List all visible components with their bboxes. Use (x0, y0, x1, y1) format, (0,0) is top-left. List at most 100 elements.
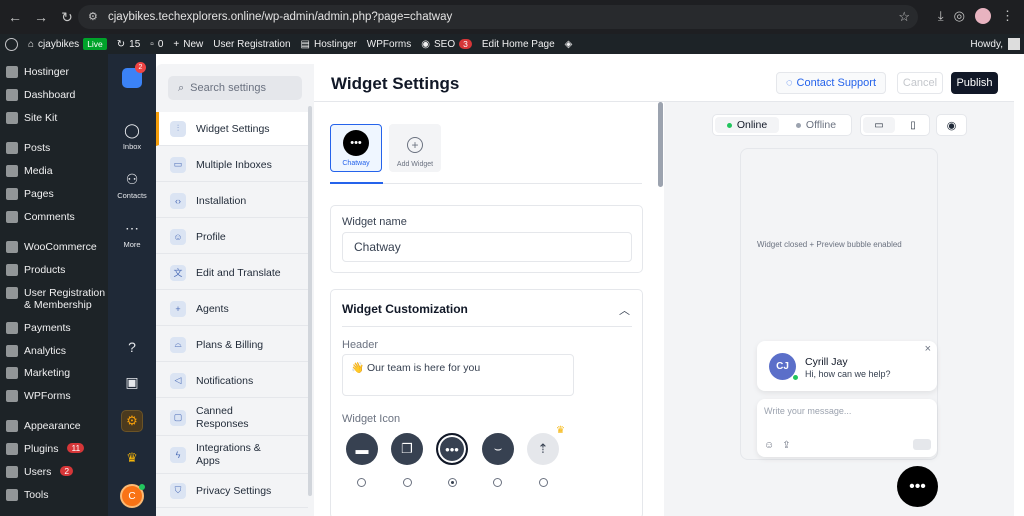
profile-avatar-icon[interactable] (975, 8, 991, 24)
nav-item-multiple-inboxes[interactable]: ▭ Multiple Inboxes (156, 148, 308, 182)
widgets-icon[interactable]: ▣ (108, 374, 156, 394)
status-online-option[interactable]: Online (715, 117, 779, 133)
nav-item-widget-settings[interactable]: ⫶ Widget Settings (156, 112, 308, 146)
wp-menu-item-comments[interactable]: Comments (6, 211, 106, 223)
wp-menu-item-appearance[interactable]: Appearance (6, 420, 106, 432)
send-button[interactable] (913, 439, 931, 450)
site-info-icon[interactable]: ⚙ (88, 10, 102, 24)
nav-item-notifications[interactable]: ◁ Notifications (156, 364, 308, 398)
hostinger-link[interactable]: ▤ Hostinger (301, 39, 357, 50)
edit-home-link[interactable]: Edit Home Page (482, 39, 555, 50)
wp-menu-item-tools[interactable]: Tools (6, 489, 106, 501)
main-scrollbar[interactable] (658, 102, 663, 187)
site-name-link[interactable]: ⌂ cjaybikes Live (28, 38, 107, 50)
nav-item-installation[interactable]: ‹› Installation (156, 184, 308, 218)
mobile-icon[interactable]: ▯ (897, 117, 929, 133)
wp-menu-item-posts[interactable]: Posts (6, 142, 106, 154)
widget-icon-option-4[interactable]: ⌣ (482, 433, 514, 465)
help-icon[interactable]: ? (108, 339, 156, 358)
cancel-button[interactable]: Cancel (897, 72, 943, 94)
desktop-icon[interactable]: ▭ (863, 117, 895, 133)
wp-menu-item-woocommerce[interactable]: WooCommerce (6, 241, 106, 253)
wp-menu-item-users[interactable]: Users 2 (6, 466, 106, 478)
address-bar[interactable]: ⚙ cjaybikes.techexplorers.online/wp-admi… (78, 5, 918, 29)
add-widget-button[interactable]: + Add Widget (389, 124, 441, 172)
comments-link[interactable]: ▫ 0 (150, 39, 163, 50)
contacts-icon: ⚇ (125, 171, 139, 187)
publish-button[interactable]: Publish (951, 72, 998, 94)
wp-menu-item-hostinger[interactable]: Hostinger (6, 66, 106, 78)
wp-menu-item-wpforms[interactable]: WPForms (6, 390, 106, 402)
widget-icon-option-3[interactable]: ••• (436, 433, 468, 465)
dashboard-icon (6, 89, 18, 101)
nav-item-integrations[interactable]: ϟ Integrations & Apps (156, 436, 308, 474)
nav-item-agents[interactable]: + Agents (156, 292, 308, 326)
nav-item-privacy[interactable]: ⛉ Privacy Settings (156, 474, 308, 508)
bookmark-star-icon[interactable]: ☆ (898, 9, 910, 25)
preview-bubble[interactable]: CJ Cyrill Jay Hi, how can we help? × (757, 341, 937, 391)
icon-radio-3[interactable] (448, 478, 457, 487)
extension-icon[interactable]: ◎ (954, 8, 965, 24)
wp-menu-item-payments[interactable]: Payments (6, 322, 106, 334)
chevron-up-icon[interactable]: ︿ (619, 302, 630, 318)
wp-menu-item-plugins[interactable]: Plugins 11 (6, 443, 106, 455)
nav-item-canned-responses[interactable]: ▢ Canned Responses (156, 400, 308, 436)
cloud-upload-icon: ⇡ (537, 441, 549, 456)
widget-icon-option-1[interactable]: ▬ (346, 433, 378, 465)
rail-item-more[interactable]: ⋯ More (108, 220, 156, 249)
nav-item-edit-translate[interactable]: 文 Edit and Translate (156, 256, 308, 290)
forward-icon[interactable]: → (30, 6, 52, 28)
widget-tab-chatway[interactable]: ••• Chatway (330, 124, 382, 172)
wp-menu-item-analytics[interactable]: Analytics (6, 345, 106, 357)
updates-link[interactable]: ↻ 15 (117, 39, 141, 50)
compose-input[interactable]: Write your message... (764, 406, 851, 416)
chat-launcher-button[interactable]: ••• (897, 466, 938, 507)
widget-icon-option-2[interactable]: ❐ (391, 433, 423, 465)
wp-menu-item-dashboard[interactable]: Dashboard (6, 89, 106, 101)
attachment-icon[interactable]: ⇪ (782, 440, 790, 451)
wp-menu-item-products[interactable]: Products (6, 264, 106, 276)
chat-stack-icon: ❐ (401, 441, 413, 456)
upload-icon-option[interactable]: ⇡ (527, 433, 559, 465)
nav-item-profile[interactable]: ☺ Profile (156, 220, 308, 254)
seo-link[interactable]: ◉ SEO 3 (421, 39, 472, 50)
menu-kebab-icon[interactable]: ⋮ (1001, 8, 1014, 24)
icon-radio-1[interactable] (357, 478, 366, 487)
status-offline-option[interactable]: Offline (783, 117, 849, 133)
contact-support-button[interactable]: ◌ Contact Support (776, 72, 886, 94)
rail-item-contacts[interactable]: ⚇ Contacts (108, 171, 156, 200)
user-registration-link[interactable]: User Registration (213, 39, 290, 50)
chat-bubble-icon: ••• (909, 477, 926, 495)
icon-radio-5[interactable] (539, 478, 548, 487)
back-icon[interactable]: ← (4, 6, 26, 28)
wordpress-logo-icon[interactable] (5, 37, 18, 51)
nav-item-plans-billing[interactable]: ⌓ Plans & Billing (156, 328, 308, 362)
widget-icon-label: Widget Icon (342, 413, 401, 425)
download-icon[interactable]: ⤓ (938, 8, 944, 24)
widget-name-input[interactable]: Chatway (342, 232, 632, 262)
howdy-account[interactable]: Howdy, (970, 38, 1020, 50)
settings-nav-scrollbar[interactable] (308, 106, 312, 496)
close-icon[interactable]: × (925, 343, 931, 355)
crown-icon[interactable]: ♛ (121, 447, 143, 469)
admin-avatar (1008, 38, 1020, 50)
wp-menu-item-marketing[interactable]: Marketing (6, 367, 106, 379)
wpforms-link[interactable]: WPForms (367, 39, 411, 50)
header-textarea[interactable]: 👋 Our team is here for you (342, 354, 574, 396)
emoji-icon[interactable]: ☺ (764, 440, 774, 451)
reload-icon[interactable]: ↻ (56, 6, 78, 28)
wp-menu-item-user-registration[interactable]: User Registration & Membership (6, 287, 106, 311)
hostinger-icon: ▤ (300, 38, 310, 50)
settings-gear-icon[interactable]: ⚙ (121, 410, 143, 432)
chat-bubble-icon: ••• (445, 441, 459, 457)
icon-radio-2[interactable] (403, 478, 412, 487)
wp-menu-item-media[interactable]: Media (6, 165, 106, 177)
search-input[interactable] (190, 82, 291, 94)
diamond-icon[interactable]: ◈ (565, 39, 573, 50)
icon-radio-4[interactable] (493, 478, 502, 487)
new-content-link[interactable]: + New (173, 39, 203, 50)
rail-item-inbox[interactable]: ◯ Inbox (108, 122, 156, 151)
wp-menu-item-pages[interactable]: Pages (6, 188, 106, 200)
eye-icon[interactable]: ◉ (936, 114, 967, 136)
wp-menu-item-site-kit[interactable]: Site Kit (6, 112, 106, 124)
